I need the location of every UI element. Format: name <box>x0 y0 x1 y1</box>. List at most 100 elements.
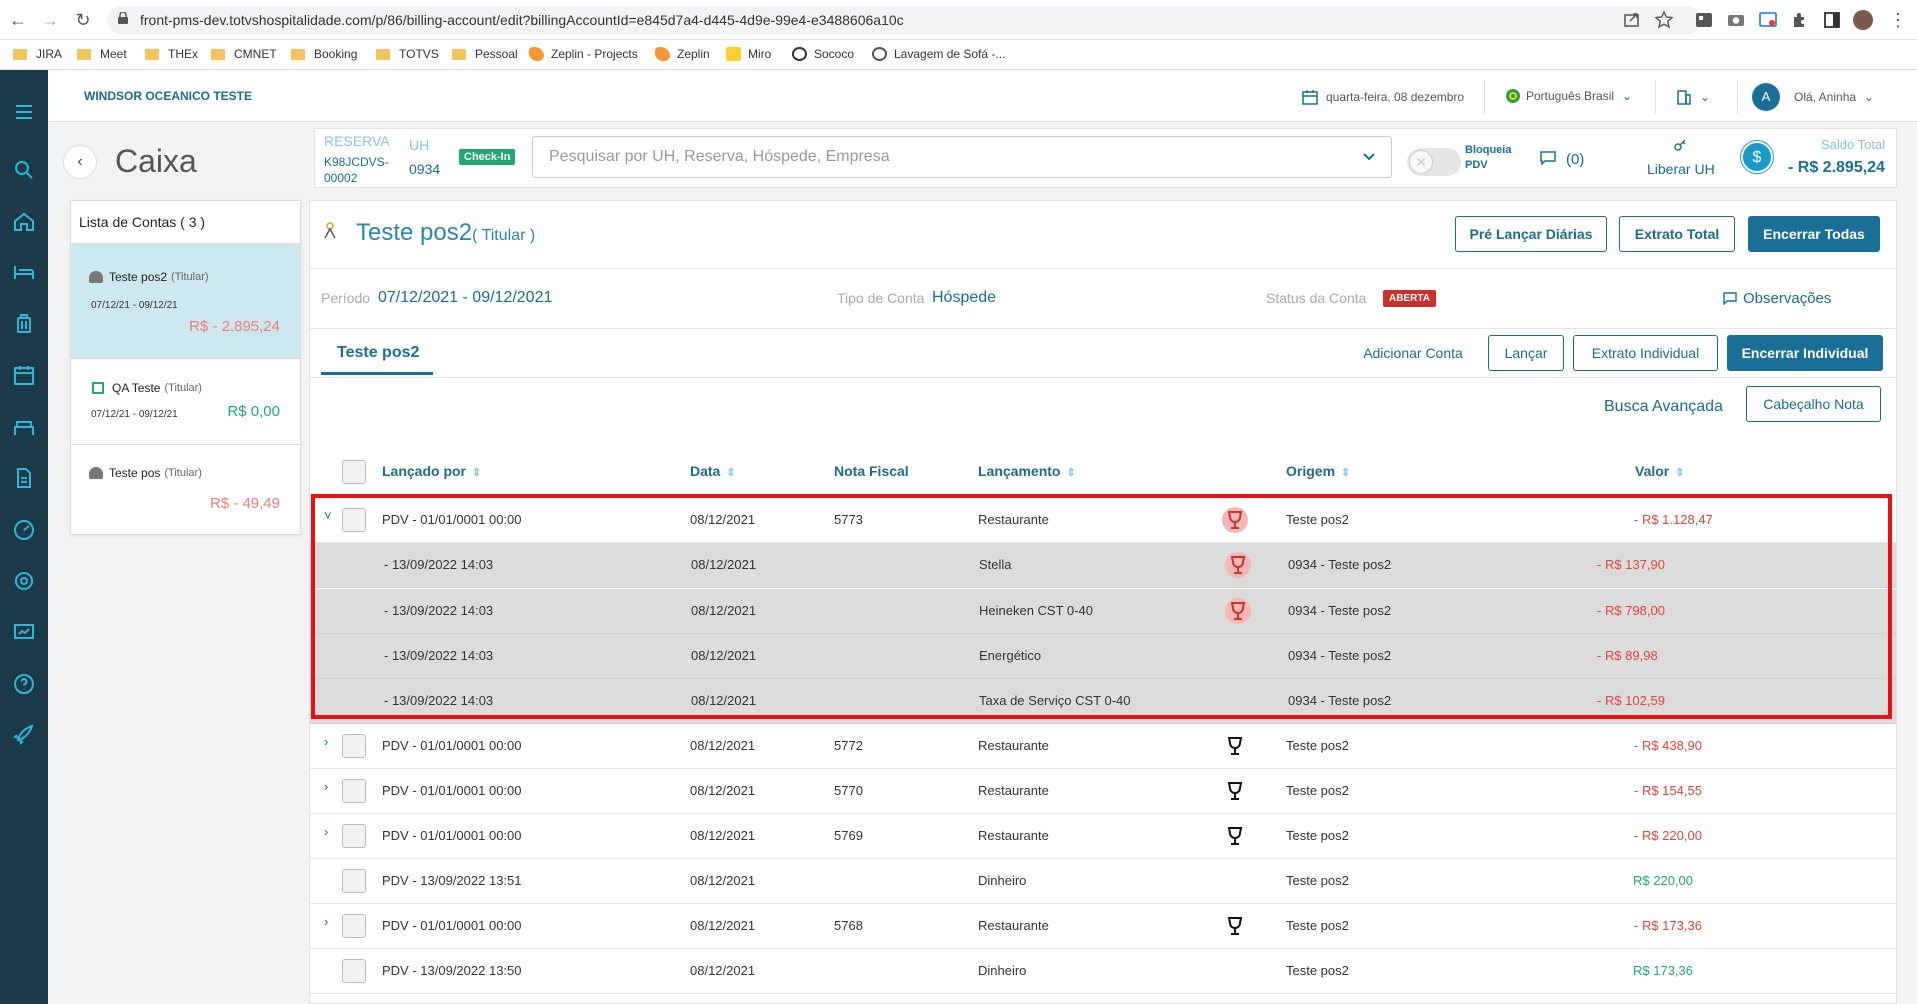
camera-icon[interactable] <box>1726 10 1746 30</box>
cell-lancado-por: PDV - 13/09/2022 13:51 <box>382 873 522 888</box>
gauge-icon[interactable] <box>12 518 36 542</box>
bed-double-icon[interactable] <box>12 415 36 439</box>
col-valor[interactable]: Valor ⇕ <box>1635 463 1684 479</box>
uh-value[interactable]: 0934 <box>409 161 440 177</box>
expand-chevron-icon[interactable]: › <box>324 734 328 749</box>
money-icon: $ <box>1741 141 1773 173</box>
calendar-icon[interactable] <box>12 363 36 387</box>
puzzle-icon[interactable] <box>1790 10 1810 30</box>
settings-icon[interactable] <box>12 569 36 593</box>
reserva-code-1[interactable]: K98JCDVS- <box>324 155 389 169</box>
select-all-checkbox[interactable] <box>342 460 366 484</box>
col-nota-fiscal: Nota Fiscal <box>834 463 909 479</box>
row-checkbox[interactable] <box>342 779 366 803</box>
search-icon[interactable] <box>12 158 36 182</box>
liberar-uh-button[interactable]: Liberar UH <box>1647 161 1715 177</box>
bookmark-booking[interactable]: Booking <box>291 47 357 61</box>
url-text[interactable]: front-pms-dev.totvshospitalidade.com/p/8… <box>140 12 904 28</box>
tab-teste-pos2[interactable]: Teste pos2 <box>337 344 419 362</box>
col-lancamento[interactable]: Lançamento ⇕ <box>978 463 1076 479</box>
screen-capture-icon[interactable] <box>1758 10 1778 30</box>
lancar-button[interactable]: Lançar <box>1488 335 1564 371</box>
pre-lancar-diarias-button[interactable]: Pré Lançar Diárias <box>1455 216 1607 252</box>
bookmark-jira[interactable]: JIRA <box>13 47 62 61</box>
reload-icon[interactable]: ↻ <box>73 10 93 30</box>
bookmark-miro[interactable]: Miro <box>726 47 771 61</box>
rocket-icon[interactable] <box>12 722 36 746</box>
home-icon[interactable] <box>12 210 36 234</box>
cell-data: 08/12/2021 <box>690 963 756 978</box>
col-origem[interactable]: Origem ⇕ <box>1286 463 1350 479</box>
cell-data: 08/12/2021 <box>690 783 756 798</box>
account-item[interactable]: Teste pos2 (Titular) 07/12/21 - 09/12/21 … <box>71 243 300 358</box>
luggage-icon[interactable] <box>12 312 36 336</box>
account-item[interactable]: Teste pos (Titular) R$ - 49,49 <box>71 444 300 534</box>
zeplin-icon <box>655 47 670 61</box>
chat-icon <box>1723 292 1737 305</box>
back-button[interactable]: ‹ <box>63 145 97 179</box>
bookmark-thex[interactable]: THEx <box>145 47 198 61</box>
col-lancado-por[interactable]: Lançado por ⇕ <box>382 463 481 479</box>
bed-icon[interactable] <box>12 260 36 284</box>
bookmark-sococo[interactable]: Sococo <box>792 47 854 61</box>
menu-dots-icon[interactable]: ⋮ <box>1888 10 1908 30</box>
bookmark-cmnet[interactable]: CMNET <box>211 47 277 61</box>
forward-arrow-icon[interactable]: → <box>40 10 60 30</box>
cell-lancado-por: PDV - 01/01/0001 00:00 <box>382 512 522 527</box>
back-arrow-icon[interactable]: ← <box>8 10 28 30</box>
wine-glass-icon <box>1227 827 1243 845</box>
chat-icon[interactable] <box>1540 151 1556 165</box>
user-menu[interactable]: A Olá, Aninha ⌄ <box>1752 83 1874 111</box>
bookmark-meet[interactable]: Meet <box>77 47 127 61</box>
reserva-code-2[interactable]: 00002 <box>324 171 357 185</box>
col-data[interactable]: Data ⇕ <box>690 463 736 479</box>
search-input[interactable]: Pesquisar por UH, Reserva, Hóspede, Empr… <box>532 136 1392 178</box>
report-icon[interactable] <box>12 620 36 644</box>
cell-lancado-por: - 13/09/2022 14:03 <box>384 557 494 572</box>
extrato-individual-button[interactable]: Extrato Individual <box>1573 335 1718 371</box>
observacoes-link[interactable]: Observações <box>1743 290 1831 307</box>
row-checkbox[interactable] <box>342 959 366 983</box>
cell-origem: 0934 - Teste pos2 <box>1288 557 1392 572</box>
wine-glass-icon <box>1227 917 1243 935</box>
bookmark-totvs[interactable]: TOTVS <box>376 47 439 61</box>
extension-icon[interactable] <box>1694 10 1714 30</box>
profile-avatar[interactable] <box>1853 10 1873 30</box>
expand-chevron-icon[interactable]: › <box>324 914 328 929</box>
row-checkbox[interactable] <box>342 734 366 758</box>
encerrar-individual-button[interactable]: Encerrar Individual <box>1727 335 1883 371</box>
bookmark-pessoal[interactable]: Pessoal <box>452 47 518 61</box>
extrato-total-button[interactable]: Extrato Total <box>1619 216 1735 252</box>
busca-avancada-link[interactable]: Busca Avançada <box>1604 398 1723 416</box>
bookmark-zeplin[interactable]: Zeplin <box>655 47 710 61</box>
row-checkbox[interactable] <box>342 508 366 532</box>
cabecalho-nota-button[interactable]: Cabeçalho Nota <box>1746 386 1881 422</box>
hotel-name[interactable]: WINDSOR OCEANICO TESTE <box>84 89 252 103</box>
encerrar-todas-button[interactable]: Encerrar Todas <box>1748 216 1880 252</box>
row-checkbox[interactable] <box>342 914 366 938</box>
account-item[interactable]: QA Teste (Titular) 07/12/21 - 09/12/21 R$… <box>71 358 300 444</box>
cell-origem: 0934 - Teste pos2 <box>1288 648 1392 663</box>
bookmark-zeplin-projects[interactable]: Zeplin - Projects <box>529 47 638 61</box>
cell-lancamento: Dinheiro <box>978 873 1027 888</box>
document-icon[interactable] <box>12 466 36 490</box>
row-checkbox[interactable] <box>342 824 366 848</box>
expand-chevron-icon[interactable]: ˅ <box>324 508 332 523</box>
chevron-down-icon[interactable] <box>1362 150 1376 164</box>
language-selector[interactable]: Português Brasil ⌄ <box>1506 89 1632 103</box>
sidepanel-icon[interactable] <box>1822 10 1842 30</box>
expand-chevron-icon[interactable]: › <box>324 779 328 794</box>
messages-count[interactable]: (0) <box>1566 151 1584 168</box>
menu-icon[interactable] <box>12 100 36 124</box>
table-sub-row[interactable] <box>310 634 1896 679</box>
row-checkbox[interactable] <box>342 869 366 893</box>
adicionar-conta-button[interactable]: Adicionar Conta <box>1348 335 1478 371</box>
share-icon[interactable] <box>1622 10 1642 30</box>
bookmark-lavagem[interactable]: Lavagem de Sofá -... <box>872 47 1005 61</box>
cell-nota-fiscal: 5768 <box>834 918 863 933</box>
expand-chevron-icon[interactable]: › <box>324 824 328 839</box>
property-selector[interactable]: ⌄ <box>1676 89 1710 105</box>
star-icon[interactable] <box>1654 10 1674 30</box>
help-icon[interactable] <box>12 672 36 696</box>
account-title: Teste pos2( Titular ) <box>356 219 536 246</box>
